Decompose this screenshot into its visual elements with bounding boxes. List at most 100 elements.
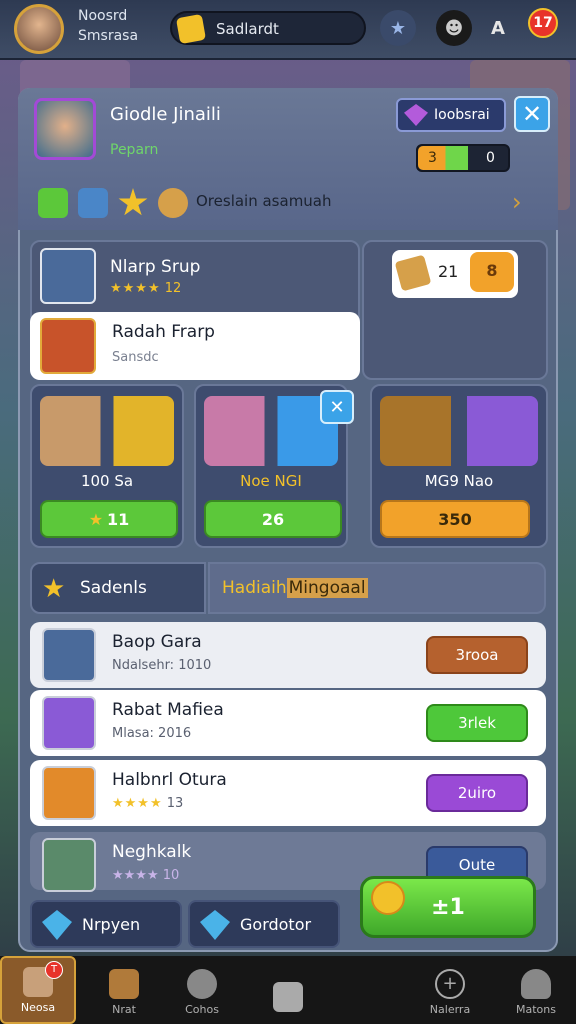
top-bar: Noosrd Smsrasa Sadlardt ★ ☻ A 17 <box>0 0 576 60</box>
xp-bar: 3 0 <box>416 144 510 172</box>
list-button-3[interactable]: 2uiro <box>426 774 528 812</box>
shop-buy-value-2: 26 <box>261 509 285 529</box>
nav-item-matons[interactable]: Matons <box>498 956 574 1024</box>
list-sub-3: 13 <box>166 796 184 811</box>
shop-buy-button-1[interactable]: ★ 11 <box>40 500 178 538</box>
mini-button-1-label: Nrpyen <box>82 914 141 934</box>
price-box[interactable]: 21 8 <box>392 250 518 298</box>
item-row-2[interactable]: Radah Frarp Sansdc <box>30 312 360 380</box>
green-shield-icon[interactable] <box>38 188 68 218</box>
list-thumb-1 <box>42 628 96 682</box>
coin-icon[interactable] <box>158 188 188 218</box>
gold-star-icon[interactable] <box>118 188 148 216</box>
star-badge-icon[interactable]: ★ <box>380 10 416 46</box>
shop-label-3: MG9 Nao <box>424 472 494 490</box>
purple-gem-icon <box>404 104 428 126</box>
item1-stars: ★★★★ <box>110 280 161 296</box>
profile-avatar <box>34 98 96 160</box>
square-icon <box>273 982 303 1012</box>
nav-label-home: Neosa <box>20 1001 56 1014</box>
notification-badge[interactable]: 17 <box>528 8 558 38</box>
item2-subtitle: Sansdc <box>112 350 159 365</box>
profile-header: Giodle Jinaili Peparn Ioobsrai ✕ 3 0 Ore… <box>18 88 558 230</box>
list-sub-2: Mlasa: 2016 <box>112 726 192 741</box>
price-value: 21 <box>438 262 459 281</box>
player-avatar[interactable] <box>14 4 64 54</box>
coin-button-icon: 8 <box>470 252 514 292</box>
list-button-1[interactable]: 3rooa <box>426 636 528 674</box>
list-sub-1: Ndalsehr: 1010 <box>112 658 212 673</box>
nav-label-nalerra: Nalerra <box>429 1003 471 1016</box>
gold-gem-icon <box>175 13 207 45</box>
shop-buy-value-1: 11 <box>107 509 130 529</box>
tab-bar: ★ Sadenls Hadiaih Mingoaal <box>30 562 546 614</box>
chest-thumb <box>40 318 96 374</box>
chevron-right-icon[interactable]: › <box>512 188 522 216</box>
profile-description: Oreslain asamuah <box>196 192 332 210</box>
shop-card-2[interactable]: ✕ Noe NGI 26 <box>194 384 354 548</box>
chest-icon <box>394 254 432 292</box>
list-title-3: Halbnrl Otura <box>112 770 227 790</box>
list-title-2: Rabat Mafiea <box>112 700 224 720</box>
xp-right-value: 0 <box>486 150 495 166</box>
nav-item-nalerra[interactable]: + Nalerra <box>412 956 488 1024</box>
search-icon <box>187 969 217 999</box>
tab-hadiaih[interactable]: Hadiaih Mingoaal <box>208 562 546 614</box>
plus-circle-icon: + <box>435 969 465 999</box>
list-item[interactable]: Baop Gara Ndalsehr: 1010 3rooa <box>30 622 546 688</box>
search-bar-label: Sadlardt <box>216 20 279 38</box>
item-row-1[interactable]: Nlarp Srup ★★★★ 12 <box>40 248 200 304</box>
shop-card-1[interactable]: 100 Sa ★ 11 <box>30 384 184 548</box>
tab-sadenls[interactable]: ★ Sadenls <box>30 562 206 614</box>
list-title-4: Neghkalk <box>112 842 192 862</box>
currency-search-bar[interactable]: Sadlardt <box>170 11 366 45</box>
gold-coin-icon <box>371 881 405 915</box>
shop-close-icon[interactable]: ✕ <box>320 390 354 424</box>
blue-shield-icon[interactable] <box>78 188 108 218</box>
big-button-label: ±1 <box>431 894 465 920</box>
crate-art-icon <box>380 396 538 466</box>
list-thumb-2 <box>42 696 96 750</box>
nav-label-cohos: Cohos <box>185 1003 219 1016</box>
shop-buy-button-3[interactable]: 350 <box>380 500 530 538</box>
list-item[interactable]: Rabat Mafiea Mlasa: 2016 3rlek <box>30 690 546 756</box>
nav-item-cohos[interactable]: Cohos <box>164 956 240 1024</box>
list-thumb-4 <box>42 838 96 892</box>
player-name: Noosrd <box>78 8 128 24</box>
xp-bar-fill <box>418 146 468 170</box>
knight-thumb <box>40 248 96 304</box>
shop-buy-value-3: 350 <box>438 509 472 529</box>
nav-item-square[interactable] <box>250 956 326 1024</box>
list-item[interactable]: Halbnrl Otura ★★★★ 13 2uiro <box>30 760 546 826</box>
list-stars-3: ★★★★ <box>112 796 163 811</box>
mini-button-1[interactable]: Nrpyen <box>30 900 182 948</box>
shop-card-3[interactable]: MG9 Nao 350 <box>370 384 548 548</box>
list-title-1: Baop Gara <box>112 632 202 652</box>
tab1-label: Sadenls <box>80 578 147 598</box>
player-subtitle: Smsrasa <box>78 28 139 44</box>
item1-title: Nlarp Srup <box>110 256 201 277</box>
close-button[interactable]: ✕ <box>514 96 550 132</box>
nav-label-nrat: Nrat <box>112 1003 136 1016</box>
shop-label-2: Noe NGI <box>240 472 302 490</box>
profile-action-button[interactable]: Ioobsrai <box>396 98 506 132</box>
shop-label-1: 100 Sa <box>80 472 134 490</box>
shop-buy-button-2[interactable]: 26 <box>204 500 342 538</box>
mini-button-2[interactable]: Gordotor <box>188 900 340 948</box>
big-confirm-button[interactable]: ±1 <box>360 876 536 938</box>
blue-gem-icon <box>42 910 72 940</box>
home-icon: T <box>23 961 63 997</box>
blue-gem-icon <box>200 910 230 940</box>
letter-a-icon[interactable]: A <box>480 10 516 46</box>
item1-stat: 12 <box>164 280 182 296</box>
profile-subtitle: Peparn <box>110 142 159 158</box>
list-button-2[interactable]: 3rlek <box>426 704 528 742</box>
nav-item-nrat[interactable]: Nrat <box>86 956 162 1024</box>
profile-icons <box>38 188 188 218</box>
list-stars-4: ★★★★ <box>112 868 159 883</box>
nav-item-home[interactable]: T Neosa <box>0 956 76 1024</box>
house-icon <box>109 969 139 999</box>
profile-face-icon[interactable]: ☻ <box>436 10 472 46</box>
profile-action-label: Ioobsrai <box>434 107 490 123</box>
scroll-art-icon <box>40 396 174 466</box>
